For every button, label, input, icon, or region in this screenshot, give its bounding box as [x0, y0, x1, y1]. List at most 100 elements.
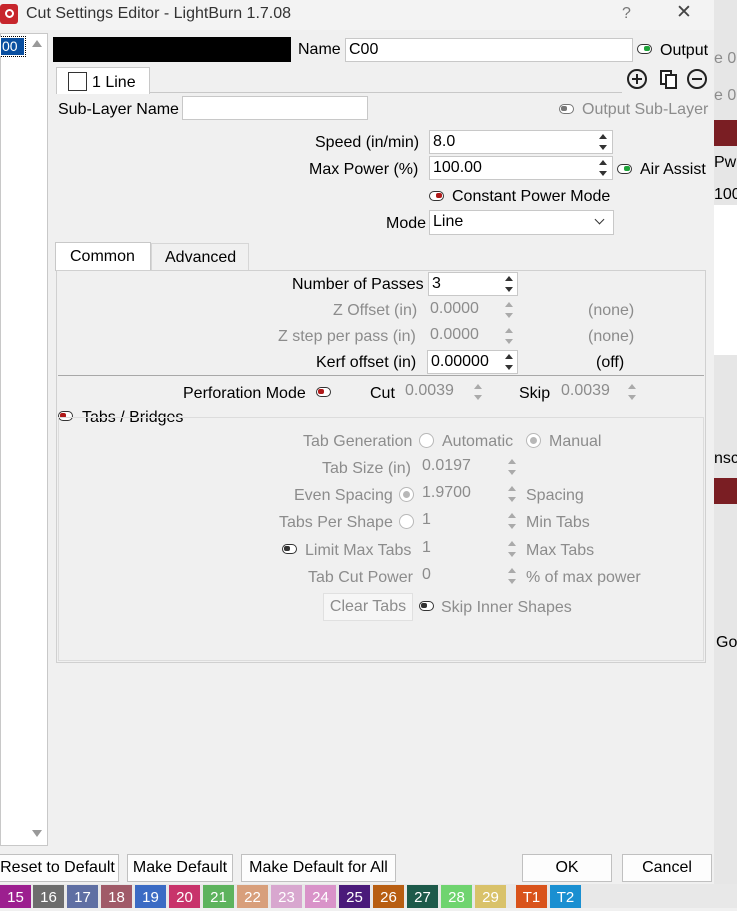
- max-power-input[interactable]: 100.00: [429, 156, 613, 180]
- automatic-radio[interactable]: [419, 433, 434, 448]
- mode-select[interactable]: Line: [429, 210, 614, 235]
- bg-label: Go: [716, 634, 737, 651]
- layer-list[interactable]: [0, 33, 48, 846]
- perforation-label: Perforation Mode: [183, 385, 306, 402]
- palette-swatch-t2[interactable]: T2: [550, 885, 581, 908]
- kerf-stepper[interactable]: [502, 351, 516, 373]
- tab-cut-power-stepper[interactable]: [505, 565, 519, 587]
- bg-bar: [714, 478, 737, 504]
- scroll-up-icon[interactable]: [32, 40, 42, 47]
- constant-power-toggle[interactable]: [429, 191, 444, 201]
- min-tabs-suffix: Min Tabs: [526, 514, 590, 531]
- bg-label: 100: [714, 186, 737, 203]
- max-power-stepper[interactable]: [596, 157, 610, 179]
- spacing-suffix: Spacing: [526, 487, 584, 504]
- layer-tab-label: 1 Line: [92, 74, 136, 91]
- add-sublayer-icon: [636, 74, 638, 84]
- palette-swatch-16[interactable]: 16: [33, 885, 64, 908]
- output-toggle[interactable]: [637, 44, 652, 54]
- palette-swatch-21[interactable]: 21: [203, 885, 234, 908]
- tab-generation-label: Tab Generation: [303, 433, 413, 450]
- app-logo-icon: [5, 9, 14, 18]
- tab-common-label: Common: [70, 248, 135, 265]
- cancel-button[interactable]: Cancel: [622, 854, 712, 882]
- palette-swatch-15[interactable]: 15: [0, 885, 31, 908]
- perforation-cut-stepper[interactable]: [471, 381, 485, 403]
- name-input[interactable]: C00: [345, 38, 633, 62]
- even-spacing-stepper[interactable]: [505, 483, 519, 505]
- skip-inner-label: Skip Inner Shapes: [441, 599, 572, 616]
- even-spacing-input[interactable]: 1.9700: [419, 482, 519, 506]
- close-button[interactable]: ✕: [676, 3, 692, 23]
- palette-swatch-28[interactable]: 28: [441, 885, 472, 908]
- divider: [58, 375, 704, 376]
- reset-to-default-button[interactable]: Reset to Default: [0, 854, 119, 882]
- bg-bar: [714, 120, 737, 146]
- tab-strip-line: [150, 92, 622, 93]
- tabs-group-box: [58, 417, 704, 661]
- palette-swatch-20[interactable]: 20: [169, 885, 200, 908]
- skip-inner-toggle[interactable]: [419, 601, 434, 611]
- output-label: Output: [660, 42, 709, 59]
- make-default-for-all-button[interactable]: Make Default for All: [241, 854, 396, 882]
- tabs-per-shape-input[interactable]: 1: [419, 509, 519, 533]
- speed-label: Speed (in/min): [315, 134, 420, 151]
- window-title: Cut Settings Editor - LightBurn 1.7.08: [26, 5, 292, 22]
- perforation-skip-stepper[interactable]: [625, 381, 639, 403]
- perforation-toggle[interactable]: [316, 387, 331, 397]
- sublayer-checkbox[interactable]: [68, 72, 87, 91]
- palette-swatch-25[interactable]: 25: [339, 885, 370, 908]
- layer-color-swatch[interactable]: [53, 37, 291, 62]
- manual-label: Manual: [549, 433, 602, 450]
- z-offset-label: Z Offset (in): [333, 302, 418, 319]
- name-label: Name: [298, 41, 341, 58]
- manual-radio[interactable]: [526, 433, 541, 448]
- max-tabs-suffix: Max Tabs: [526, 542, 595, 559]
- tab-advanced-label: Advanced: [165, 249, 237, 266]
- limit-max-label: Limit Max Tabs: [305, 542, 412, 559]
- z-step-status: (none): [588, 328, 635, 345]
- palette-swatch-29[interactable]: 29: [475, 885, 506, 908]
- passes-label: Number of Passes: [292, 276, 424, 293]
- palette-swatch-24[interactable]: 24: [305, 885, 336, 908]
- palette-swatch-18[interactable]: 18: [101, 885, 132, 908]
- speed-stepper[interactable]: [596, 131, 610, 153]
- bg-label: Pw: [714, 154, 737, 171]
- passes-stepper[interactable]: [502, 273, 516, 295]
- sublayer-name-input[interactable]: [182, 96, 368, 120]
- z-offset-stepper[interactable]: [502, 299, 516, 321]
- ok-button[interactable]: OK: [522, 854, 612, 882]
- tab-size-input[interactable]: 0.0197: [419, 455, 519, 479]
- even-spacing-radio[interactable]: [399, 487, 414, 502]
- palette-swatch-17[interactable]: 17: [67, 885, 98, 908]
- sublayer-name-label: Sub-Layer Name: [58, 101, 179, 118]
- layer-list-item-label: 00: [2, 38, 18, 54]
- help-button[interactable]: ?: [622, 4, 631, 24]
- limit-max-input[interactable]: 1: [419, 537, 519, 561]
- clear-tabs-button[interactable]: Clear Tabs: [323, 593, 413, 621]
- tabs-per-shape-stepper[interactable]: [505, 510, 519, 532]
- palette-swatch-23[interactable]: 23: [271, 885, 302, 908]
- palette-swatch-t1[interactable]: T1: [516, 885, 547, 908]
- perforation-cut-input[interactable]: 0.0039: [402, 380, 482, 404]
- limit-max-toggle[interactable]: [282, 544, 297, 554]
- tab-cut-power-input[interactable]: 0: [419, 564, 519, 588]
- palette-swatch-22[interactable]: 22: [237, 885, 268, 908]
- kerf-status: (off): [596, 354, 625, 371]
- tabs-per-shape-radio[interactable]: [399, 514, 414, 529]
- limit-max-stepper[interactable]: [505, 538, 519, 560]
- mode-label: Mode: [386, 215, 427, 232]
- output-sublayer-toggle[interactable]: [559, 104, 574, 114]
- make-default-button[interactable]: Make Default: [127, 854, 233, 882]
- palette-swatch-27[interactable]: 27: [407, 885, 438, 908]
- even-spacing-label: Even Spacing: [294, 487, 393, 504]
- palette-swatch-26[interactable]: 26: [373, 885, 404, 908]
- scroll-down-icon[interactable]: [32, 830, 42, 837]
- air-assist-label: Air Assist: [640, 161, 706, 178]
- bg-label: e 0: [714, 87, 737, 104]
- speed-input[interactable]: 8.0: [429, 130, 613, 154]
- air-assist-toggle[interactable]: [617, 164, 632, 174]
- palette-swatch-19[interactable]: 19: [135, 885, 166, 908]
- tab-size-stepper[interactable]: [505, 456, 519, 478]
- z-step-stepper[interactable]: [502, 325, 516, 347]
